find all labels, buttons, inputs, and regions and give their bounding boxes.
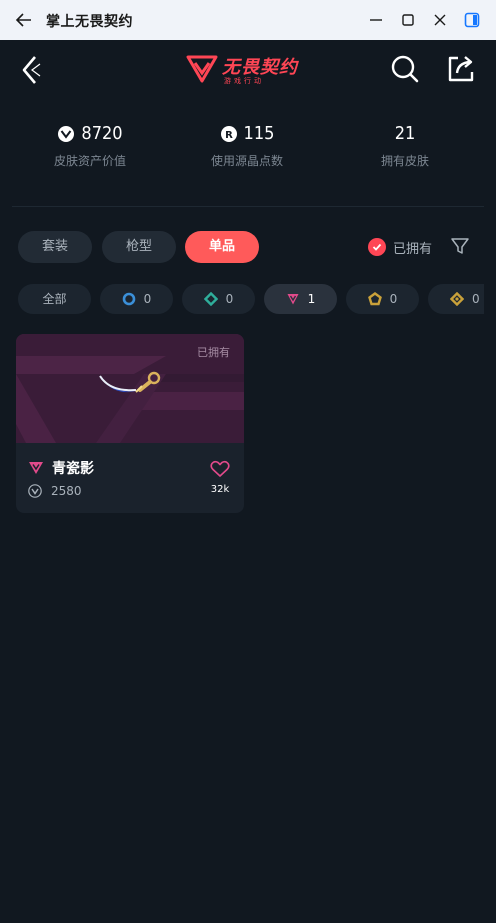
knife-icon bbox=[99, 371, 161, 393]
stat-value: 8720 bbox=[81, 123, 123, 144]
tab-weapon-types[interactable]: 枪型 bbox=[102, 231, 176, 263]
valorant-logo-icon bbox=[186, 55, 218, 83]
app-header: 无畏契约 游戏行动 bbox=[0, 40, 496, 100]
tab-single-items[interactable]: 单品 bbox=[185, 231, 259, 263]
maximize-icon[interactable] bbox=[398, 10, 418, 30]
arrow-left-icon[interactable] bbox=[14, 10, 34, 30]
stat-value: 115 bbox=[243, 123, 275, 144]
window-title: 掌上无畏契约 bbox=[46, 14, 133, 30]
likes-count: 32k bbox=[210, 484, 230, 495]
stat-owned-skins: 21 拥有皮肤 bbox=[325, 120, 485, 169]
minimize-icon[interactable] bbox=[366, 10, 386, 30]
stat-label: 使用源晶点数 bbox=[210, 154, 283, 168]
checkbox-checked-icon[interactable] bbox=[368, 238, 386, 256]
skin-card[interactable]: 已拥有 青瓷影 2580 32k bbox=[16, 334, 244, 513]
deluxe-tier-icon bbox=[203, 292, 218, 306]
skin-name-row: 青瓷影 bbox=[28, 458, 94, 478]
rarity-filter-ultra[interactable]: 0 bbox=[428, 284, 484, 314]
brand-subtitle: 游戏行动 bbox=[224, 77, 264, 85]
side-panel-icon[interactable] bbox=[462, 10, 482, 30]
back-chevron-icon[interactable] bbox=[18, 54, 44, 86]
brand-logo: 无畏契约 游戏行动 bbox=[186, 53, 310, 87]
rarity-filter-deluxe[interactable]: 0 bbox=[182, 284, 255, 314]
rarity-filter-select[interactable]: 0 bbox=[100, 284, 173, 314]
owned-filter-label: 已拥有 bbox=[393, 241, 433, 257]
stats-section: 8720 皮肤资产价值 R 115 使用源晶点数 21 拥有皮肤 bbox=[0, 120, 496, 180]
exclusive-tier-icon bbox=[367, 292, 382, 306]
skin-artwork: 已拥有 bbox=[16, 334, 244, 443]
rarity-filter-premium[interactable]: 1 bbox=[264, 284, 337, 314]
stat-value: 21 bbox=[394, 123, 416, 144]
close-icon[interactable] bbox=[430, 10, 450, 30]
rarity-filter-all[interactable]: 全部 bbox=[18, 284, 91, 314]
stat-label: 拥有皮肤 bbox=[380, 154, 429, 168]
rarity-filter-exclusive[interactable]: 0 bbox=[346, 284, 419, 314]
search-icon[interactable] bbox=[390, 54, 420, 84]
skin-price: 2580 bbox=[51, 484, 82, 498]
ultra-tier-icon bbox=[450, 292, 464, 306]
skin-price-row: 2580 bbox=[28, 484, 82, 498]
window-titlebar: 掌上无畏契约 bbox=[0, 0, 496, 40]
skin-name: 青瓷影 bbox=[52, 461, 94, 477]
share-icon[interactable] bbox=[446, 54, 476, 84]
owned-filter-toggle[interactable]: 已拥有 bbox=[368, 237, 432, 257]
vp-icon bbox=[28, 484, 42, 498]
premium-tier-icon bbox=[287, 294, 299, 305]
select-tier-icon bbox=[122, 292, 135, 306]
stat-label: 皮肤资产价值 bbox=[53, 154, 126, 168]
premium-tier-icon bbox=[29, 462, 43, 474]
stat-radianite: R 115 使用源晶点数 bbox=[167, 120, 327, 169]
heart-icon[interactable] bbox=[210, 460, 230, 478]
owned-tag: 已拥有 bbox=[197, 346, 230, 359]
svg-text:R: R bbox=[225, 130, 233, 141]
divider bbox=[12, 206, 484, 207]
filter-icon[interactable] bbox=[450, 236, 470, 256]
tab-bundles[interactable]: 套装 bbox=[18, 231, 92, 263]
stat-skin-value: 8720 皮肤资产价值 bbox=[10, 120, 170, 169]
vp-icon bbox=[58, 126, 75, 142]
radianite-icon: R bbox=[220, 126, 237, 142]
